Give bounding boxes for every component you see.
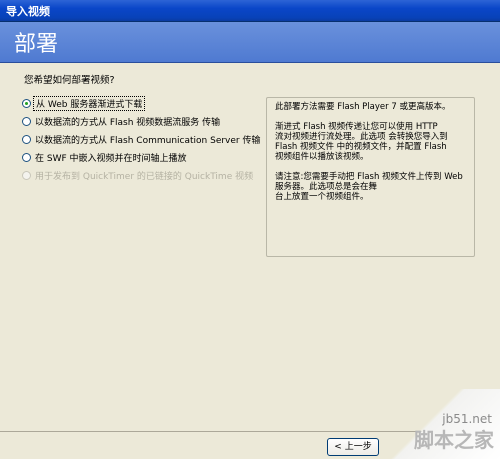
description-details: 渐进式 Flash 视频传递让您可以使用 HTTP 流对视频进行流处理。此选项 … bbox=[275, 122, 448, 162]
description-note: 请注意:您需要手动把 Flash 视频文件上传到 Web 服务器。此选项总是会在… bbox=[275, 172, 463, 202]
radio-button[interactable] bbox=[22, 117, 31, 126]
option-flash-video-streaming-service[interactable]: 以数据流的方式从 Flash 视频数据流服务 传输 bbox=[22, 115, 262, 133]
option-progressive-download[interactable]: 从 Web 服务器渐进式下载 bbox=[22, 96, 262, 115]
step-header: 部署 bbox=[0, 22, 500, 63]
option-embed-in-swf[interactable]: 在 SWF 中嵌入视频并在时间轴上播放 bbox=[22, 151, 262, 169]
option-label: 以数据流的方式从 Flash 视频数据流服务 传输 bbox=[35, 118, 221, 128]
description-panel: 此部署方法需要 Flash Player 7 或更高版本。 渐进式 Flash … bbox=[266, 97, 475, 257]
option-quicktime-linked: 用于发布到 QuickTimer 的已链接的 QuickTime 视频 bbox=[22, 169, 262, 187]
step-title: 部署 bbox=[14, 32, 59, 57]
option-label: 用于发布到 QuickTimer 的已链接的 QuickTime 视频 bbox=[35, 172, 254, 182]
radio-button[interactable] bbox=[22, 99, 31, 108]
window-title: 导入视频 bbox=[6, 5, 50, 18]
deploy-question: 您希望如何部署视频? bbox=[24, 75, 115, 86]
watermark-name: 脚本之家 bbox=[414, 428, 494, 452]
title-bar[interactable]: 导入视频 bbox=[0, 0, 500, 22]
option-label: 从 Web 服务器渐进式下载 bbox=[33, 96, 146, 111]
radio-button[interactable] bbox=[22, 153, 31, 162]
description-requirement: 此部署方法需要 Flash Player 7 或更高版本。 bbox=[275, 102, 451, 112]
option-label: 在 SWF 中嵌入视频并在时间轴上播放 bbox=[35, 154, 187, 164]
radio-button bbox=[22, 171, 31, 180]
radio-button[interactable] bbox=[22, 135, 31, 144]
option-flash-communication-server[interactable]: 以数据流的方式从 Flash Communication Server 传输 bbox=[22, 133, 262, 151]
deploy-options: 从 Web 服务器渐进式下载 以数据流的方式从 Flash 视频数据流服务 传输… bbox=[22, 96, 262, 187]
option-label: 以数据流的方式从 Flash Communication Server 传输 bbox=[35, 136, 261, 146]
